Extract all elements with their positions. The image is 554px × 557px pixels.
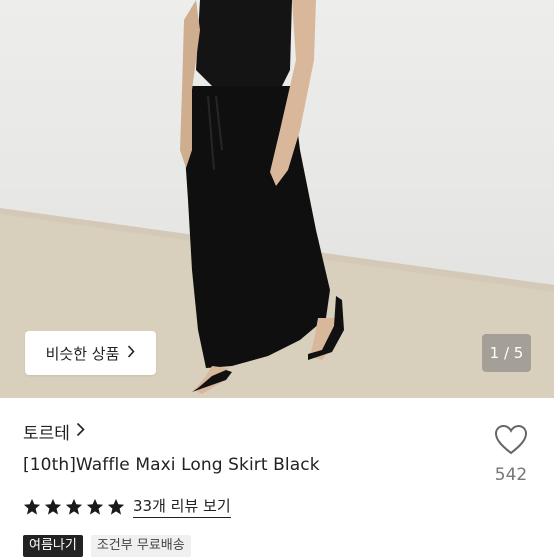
similar-products-label: 비슷한 상품 <box>45 344 120 363</box>
review-link[interactable]: 33개 리뷰 보기 <box>133 495 231 518</box>
star-icon <box>44 498 62 515</box>
image-counter: 1 / 5 <box>482 334 531 372</box>
product-title: [10th]Waffle Maxi Long Skirt Black <box>23 455 320 475</box>
brand-link[interactable]: 토르테 <box>23 419 85 444</box>
rating-row: 33개 리뷰 보기 <box>23 495 231 518</box>
star-icon <box>86 498 104 515</box>
heart-icon[interactable] <box>494 424 528 456</box>
brand-name: 토르테 <box>23 424 70 444</box>
star-icon <box>107 498 125 515</box>
product-image-carousel[interactable]: 비슷한 상품 1 / 5 <box>0 0 554 398</box>
like-count: 542 <box>494 465 528 485</box>
rating-stars <box>23 498 125 516</box>
similar-products-button[interactable]: 비슷한 상품 <box>25 331 156 375</box>
chevron-right-icon <box>127 344 135 362</box>
chevron-right-icon <box>76 422 85 442</box>
star-icon <box>65 498 83 515</box>
star-icon <box>23 498 41 515</box>
